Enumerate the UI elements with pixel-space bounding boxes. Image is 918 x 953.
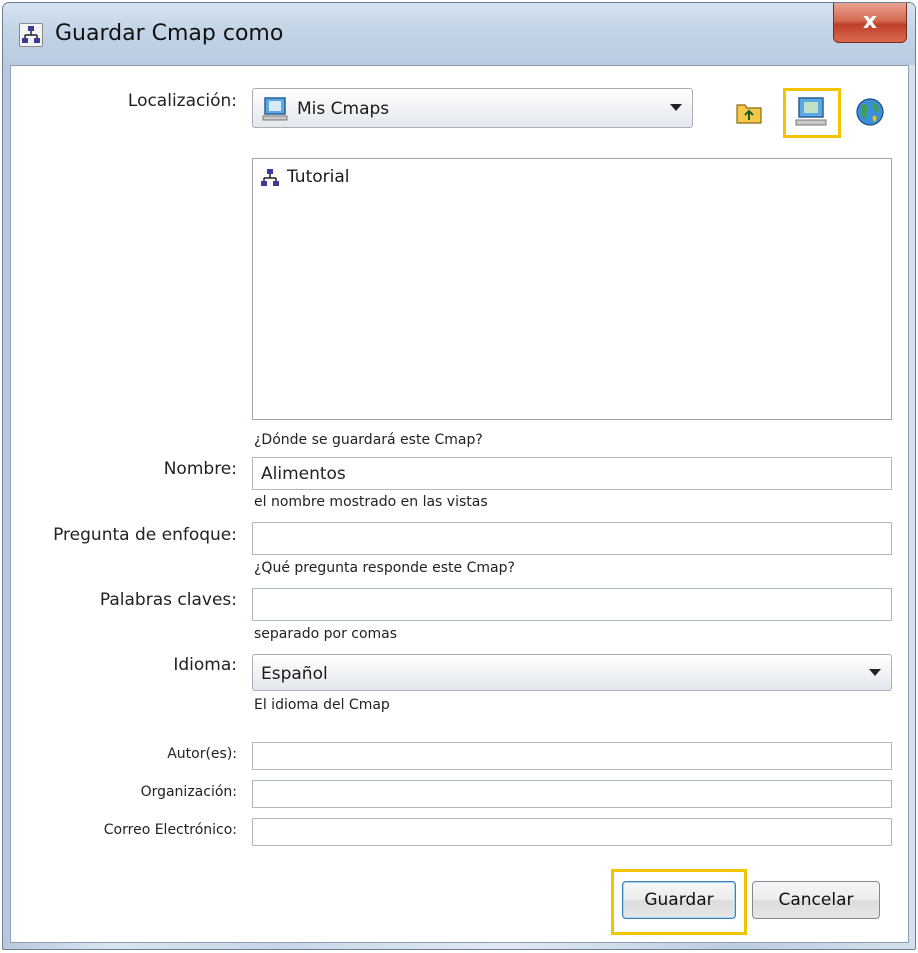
save-button[interactable]: Guardar [622, 881, 736, 919]
chevron-down-icon [670, 104, 682, 111]
email-field[interactable] [252, 818, 892, 846]
focus-question-label: Pregunta de enfoque: [53, 525, 237, 545]
location-label: Localización: [127, 91, 237, 111]
globe-places-icon[interactable] [854, 96, 886, 132]
divider [47, 727, 892, 728]
save-cmap-dialog: Guardar Cmap como x Localización: Mis Cm… [2, 2, 916, 950]
name-hint: el nombre mostrado en las vistas [254, 494, 488, 510]
name-label: Nombre: [163, 459, 237, 479]
authors-field[interactable] [252, 742, 892, 770]
name-field[interactable]: Alimentos [252, 457, 892, 490]
close-icon: x [862, 9, 878, 34]
dialog-content: Localización: Mis Cmaps Tutorial ¿Dónde … [10, 65, 909, 943]
divider [47, 857, 892, 858]
cmap-folder-icon [259, 167, 281, 193]
organization-label: Organización: [140, 784, 237, 800]
language-select[interactable]: Español [252, 654, 892, 691]
location-select[interactable]: Mis Cmaps [252, 88, 693, 128]
cmap-folder-list[interactable]: Tutorial [252, 158, 892, 420]
chevron-down-icon [869, 668, 881, 676]
my-cmaps-computer-icon[interactable] [794, 95, 828, 133]
window-title: Guardar Cmap como [55, 21, 284, 46]
title-bar[interactable]: Guardar Cmap como x [3, 3, 915, 65]
focus-question-field[interactable] [252, 522, 892, 555]
authors-label: Autor(es): [167, 746, 237, 762]
language-value: Español [261, 664, 328, 684]
organization-field[interactable] [252, 780, 892, 808]
email-label: Correo Electrónico: [103, 822, 237, 838]
location-hint: ¿Dónde se guardará este Cmap? [254, 432, 483, 448]
keywords-field[interactable] [252, 588, 892, 621]
focus-question-hint: ¿Qué pregunta responde este Cmap? [254, 560, 515, 576]
computer-icon [262, 96, 288, 126]
cmap-app-icon [19, 23, 43, 47]
keywords-hint: separado por comas [254, 626, 398, 642]
language-label: Idioma: [173, 655, 237, 675]
cancel-button[interactable]: Cancelar [752, 881, 880, 919]
language-hint: El idioma del Cmap [254, 697, 390, 713]
close-button[interactable]: x [833, 3, 907, 43]
folder-up-icon[interactable] [735, 98, 763, 130]
location-value: Mis Cmaps [297, 99, 390, 119]
list-item-label: Tutorial [287, 167, 350, 187]
keywords-label: Palabras claves: [99, 590, 237, 610]
